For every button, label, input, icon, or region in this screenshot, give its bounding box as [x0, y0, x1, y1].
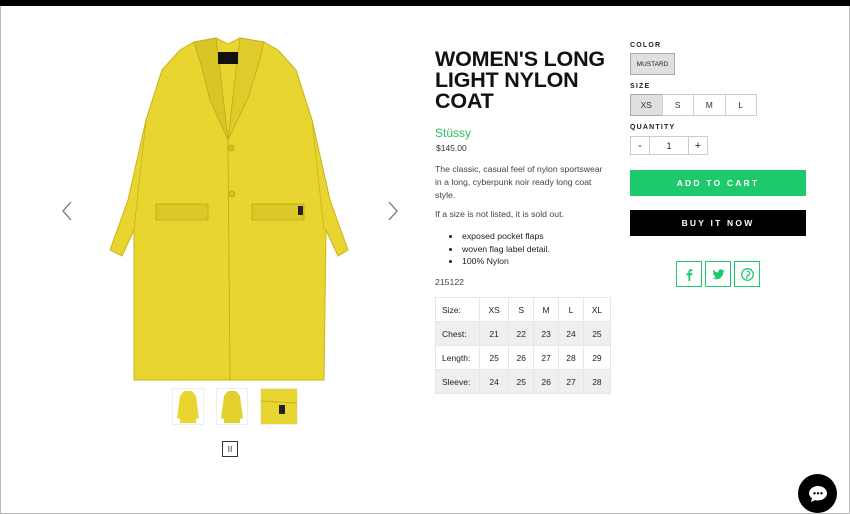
- buy-it-now-button[interactable]: BUY IT NOW: [630, 210, 806, 236]
- table-cell: 21: [478, 321, 510, 346]
- slideshow-pause-button[interactable]: II: [222, 441, 238, 457]
- table-cell: 28: [582, 369, 612, 394]
- sold-out-note: If a size is not listed, it is sold out.: [435, 209, 564, 219]
- table-row: Length: 25 26 27 28 29: [435, 345, 612, 370]
- size-label: SIZE: [630, 83, 651, 90]
- table-cell: S: [508, 297, 535, 322]
- product-sku: 215122: [435, 277, 464, 287]
- table-cell: 22: [508, 321, 535, 346]
- thumbnail-strip: [172, 388, 298, 425]
- gallery-prev-arrow-icon[interactable]: [60, 200, 74, 222]
- thumbnail-back[interactable]: [216, 388, 248, 425]
- product-brand-link[interactable]: Stüssy: [435, 126, 471, 140]
- table-cell: XL: [582, 297, 612, 322]
- twitter-share-button[interactable]: [705, 261, 731, 287]
- color-option-mustard[interactable]: MUSTARD: [630, 53, 675, 75]
- table-cell: XS: [478, 297, 510, 322]
- quantity-decrease-button[interactable]: -: [630, 136, 650, 155]
- quantity-input[interactable]: 1: [650, 136, 688, 155]
- table-row: Sleeve: 24 25 26 27 28: [435, 369, 612, 394]
- chat-launcher-button[interactable]: [798, 474, 837, 513]
- quantity-increase-button[interactable]: +: [688, 136, 708, 155]
- table-cell: Length:: [435, 345, 480, 370]
- feature-list: exposed pocket flaps woven flag label de…: [461, 230, 550, 268]
- table-cell: 27: [533, 345, 560, 370]
- size-chart-table: Size: XS S M L XL Chest: 21 22 23 24 25 …: [435, 297, 612, 394]
- thumbnail-detail[interactable]: [260, 388, 298, 425]
- feature-item: woven flag label detail.: [461, 243, 550, 256]
- table-cell: Chest:: [435, 321, 480, 346]
- table-cell: Size:: [435, 297, 480, 322]
- table-header-row: Size: XS S M L XL: [435, 297, 612, 322]
- gallery-next-arrow-icon[interactable]: [386, 200, 400, 222]
- table-cell: 26: [533, 369, 560, 394]
- table-cell: 24: [478, 369, 510, 394]
- table-cell: Sleeve:: [435, 369, 480, 394]
- thumbnail-front[interactable]: [172, 388, 204, 425]
- quantity-stepper: - 1 +: [630, 136, 708, 155]
- chat-icon: [808, 485, 827, 502]
- color-label: COLOR: [630, 42, 662, 49]
- table-cell: 24: [558, 321, 584, 346]
- facebook-icon: [686, 268, 692, 281]
- table-cell: 28: [558, 345, 584, 370]
- product-price: $145.00: [436, 143, 467, 153]
- product-main-image[interactable]: [98, 30, 360, 382]
- table-cell: L: [558, 297, 584, 322]
- share-buttons: [676, 261, 760, 287]
- pinterest-share-button[interactable]: [734, 261, 760, 287]
- size-option-l[interactable]: L: [724, 94, 757, 116]
- pinterest-icon: [740, 267, 754, 281]
- table-cell: 25: [582, 321, 612, 346]
- feature-item: 100% Nylon: [461, 255, 550, 268]
- top-bar: [0, 0, 850, 6]
- table-cell: 27: [558, 369, 584, 394]
- table-cell: 25: [508, 369, 535, 394]
- size-option-xs[interactable]: XS: [630, 94, 663, 116]
- feature-item: exposed pocket flaps: [461, 230, 550, 243]
- add-to-cart-button[interactable]: ADD TO CART: [630, 170, 806, 196]
- table-cell: 25: [478, 345, 510, 370]
- size-option-s[interactable]: S: [661, 94, 694, 116]
- size-selector: XS S M L: [630, 94, 757, 116]
- table-cell: 23: [533, 321, 560, 346]
- table-row: Chest: 21 22 23 24 25: [435, 321, 612, 346]
- quantity-label: QUANTITY: [630, 124, 676, 131]
- product-title: WOMEN'S LONG LIGHT NYLON COAT: [435, 47, 605, 113]
- twitter-icon: [712, 268, 724, 279]
- product-description: The classic, casual feel of nylon sports…: [435, 164, 603, 200]
- table-cell: 29: [582, 345, 612, 370]
- table-cell: 26: [508, 345, 535, 370]
- table-cell: M: [533, 297, 560, 322]
- size-option-m[interactable]: M: [693, 94, 726, 116]
- facebook-share-button[interactable]: [676, 261, 702, 287]
